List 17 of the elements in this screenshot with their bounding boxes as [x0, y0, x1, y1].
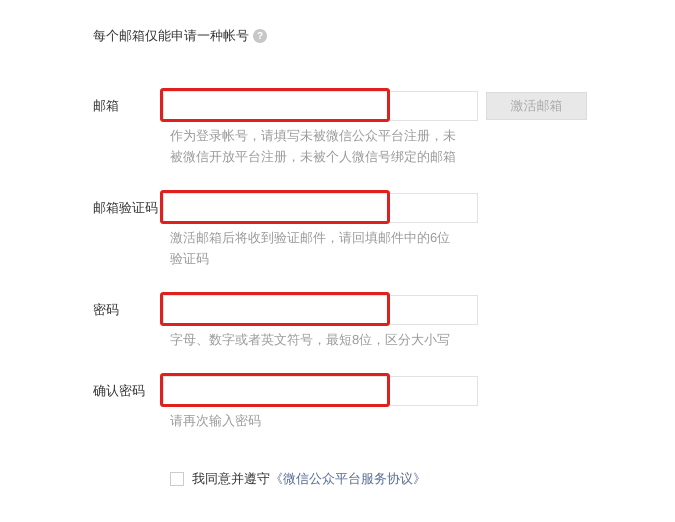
field-label: 邮箱验证码 [93, 199, 159, 218]
agreement-text: 我同意并遵守 [192, 471, 270, 486]
field-label: 确认密码 [93, 382, 146, 400]
help-icon[interactable]: ? [253, 29, 267, 43]
hint-text: 字母、数字或者英文符号，最短8位，区分大小写 [170, 331, 452, 349]
agreement-checkbox[interactable] [170, 472, 184, 486]
hint-text: 激活邮箱后将收到验证邮件，请回填邮件中的6位验证码 [170, 229, 452, 268]
input-field[interactable] [163, 91, 478, 121]
hint-text: 请再次输入密码 [170, 412, 262, 430]
input-field[interactable] [163, 376, 478, 406]
field-label: 邮箱 [93, 97, 120, 116]
field-label: 密码 [93, 301, 120, 320]
agreement-link[interactable]: 《微信公众平台服务协议》 [270, 471, 426, 486]
input-field[interactable] [163, 295, 478, 325]
input-field[interactable] [163, 193, 478, 223]
hint-text: 作为登录帐号，请填写未被微信公众平台注册，未被微信开放平台注册，未被个人微信号绑定的邮箱 [170, 127, 457, 166]
notice-text: 每个邮箱仅能申请一种帐号 [93, 27, 249, 46]
